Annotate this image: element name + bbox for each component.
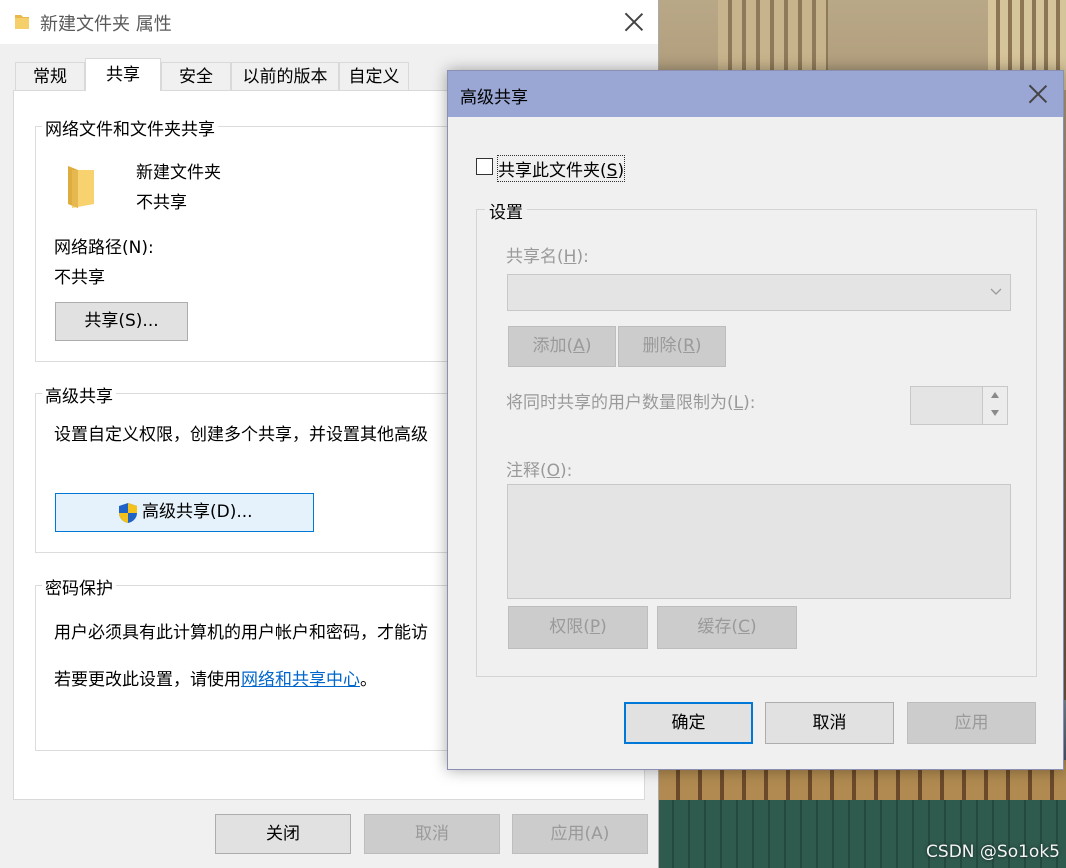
label-text: 添加( — [532, 336, 574, 356]
share-folder-checkbox-label[interactable]: 共享此文件夹(S) — [496, 155, 626, 182]
network-path-value: 不共享 — [54, 268, 105, 288]
group-title: 密码保护 — [42, 574, 116, 599]
folder-icon — [68, 166, 94, 208]
user-limit-label: 将同时共享的用户数量限制为(L): — [506, 388, 756, 413]
folder-share-status: 不共享 — [136, 193, 187, 213]
share-name-label: 共享名(H): — [506, 242, 589, 267]
password-protection-hint: 若要更改此设置，请使用网络和共享中心。 — [54, 665, 377, 690]
tab-sharing[interactable]: 共享 — [85, 58, 161, 91]
share-button[interactable]: 共享(S)... — [55, 302, 188, 341]
network-sharing-center-link[interactable]: 网络和共享中心 — [241, 670, 360, 690]
label-text: 缓存( — [697, 617, 739, 637]
label-text: ): — [743, 393, 756, 413]
spinner-up-icon[interactable] — [991, 392, 999, 398]
dialog-title: 高级共享 — [460, 88, 528, 108]
apply-button[interactable]: 应用(A) — [512, 814, 648, 854]
folder-icon — [15, 15, 29, 29]
cancel-button[interactable]: 取消 — [765, 702, 894, 744]
remove-share-button[interactable]: 删除(R) — [618, 326, 726, 367]
hint-suffix: 。 — [360, 670, 377, 690]
chevron-down-icon — [990, 288, 1002, 295]
add-share-button[interactable]: 添加(A) — [508, 326, 616, 367]
dialog-titlebar[interactable]: 高级共享 — [448, 71, 1063, 117]
ok-button[interactable]: 确定 — [624, 702, 753, 744]
tab-customize[interactable]: 自定义 — [339, 62, 409, 90]
spinner-buttons — [982, 387, 1007, 424]
close-button[interactable]: 关闭 — [215, 814, 351, 854]
caching-button[interactable]: 缓存(C) — [657, 606, 797, 649]
label-text: ) — [600, 617, 607, 637]
advanced-sharing-button[interactable]: 高级共享(D)... — [55, 493, 314, 532]
background-tower — [718, 0, 828, 70]
comment-textarea[interactable] — [507, 484, 1011, 599]
advanced-sharing-button-label: 高级共享(D)... — [142, 502, 253, 522]
share-folder-checkbox[interactable] — [476, 158, 493, 175]
permissions-button[interactable]: 权限(P) — [508, 606, 648, 649]
label-text: 注释( — [506, 461, 547, 481]
label-text: ): — [576, 247, 589, 267]
user-limit-spinner[interactable] — [910, 386, 1008, 425]
spinner-down-icon[interactable] — [991, 410, 999, 416]
tab-previous-versions[interactable]: 以前的版本 — [231, 62, 339, 90]
label-text: ) — [584, 336, 592, 356]
apply-button[interactable]: 应用 — [907, 702, 1036, 744]
advanced-sharing-dialog: 高级共享 共享此文件夹(S) 设置 共享名(H): 添加(A) 删除(R) 将同… — [447, 70, 1064, 770]
accelerator-key: L — [733, 393, 744, 413]
label-text: ) — [617, 161, 625, 181]
folder-name: 新建文件夹 — [136, 163, 221, 183]
uac-shield-icon — [119, 503, 137, 523]
label-text: ): — [560, 461, 573, 481]
label-text: ) — [694, 336, 702, 356]
tab-general[interactable]: 常规 — [15, 62, 85, 90]
accelerator-key: C — [738, 617, 750, 637]
window-titlebar[interactable]: 新建文件夹 属性 — [0, 0, 658, 44]
password-protection-description: 用户必须具有此计算机的用户帐户和密码，才能访 — [54, 623, 428, 643]
cancel-button[interactable]: 取消 — [364, 814, 500, 854]
label-text: 删除( — [642, 336, 684, 356]
share-name-dropdown[interactable] — [507, 274, 1011, 311]
network-path-label: 网络路径(N): — [54, 238, 154, 258]
label-text: ) — [749, 617, 757, 637]
close-icon[interactable] — [624, 12, 644, 32]
accelerator-key: R — [683, 336, 695, 356]
close-icon[interactable] — [1028, 84, 1048, 104]
advanced-sharing-description: 设置自定义权限，创建多个共享，并设置其他高级 — [54, 425, 428, 445]
watermark: CSDN @So1ok5 — [926, 842, 1060, 862]
group-title: 设置 — [485, 198, 527, 223]
comment-label: 注释(O): — [506, 456, 572, 481]
accelerator-key: O — [546, 461, 561, 481]
group-title: 网络文件和文件夹共享 — [42, 115, 218, 140]
label-text: 将同时共享的用户数量限制为( — [506, 393, 734, 413]
label-text: 权限( — [549, 617, 590, 637]
accelerator-key: P — [589, 617, 601, 637]
hint-prefix: 若要更改此设置，请使用 — [54, 670, 241, 690]
accelerator-key: S — [606, 161, 618, 181]
label-text: 共享名( — [506, 247, 564, 267]
group-title: 高级共享 — [42, 382, 116, 407]
accelerator-key: H — [563, 247, 577, 267]
accelerator-key: A — [573, 336, 585, 356]
tab-security[interactable]: 安全 — [161, 62, 231, 90]
label-text: 共享此文件夹( — [498, 161, 607, 181]
window-title: 新建文件夹 属性 — [40, 14, 172, 35]
